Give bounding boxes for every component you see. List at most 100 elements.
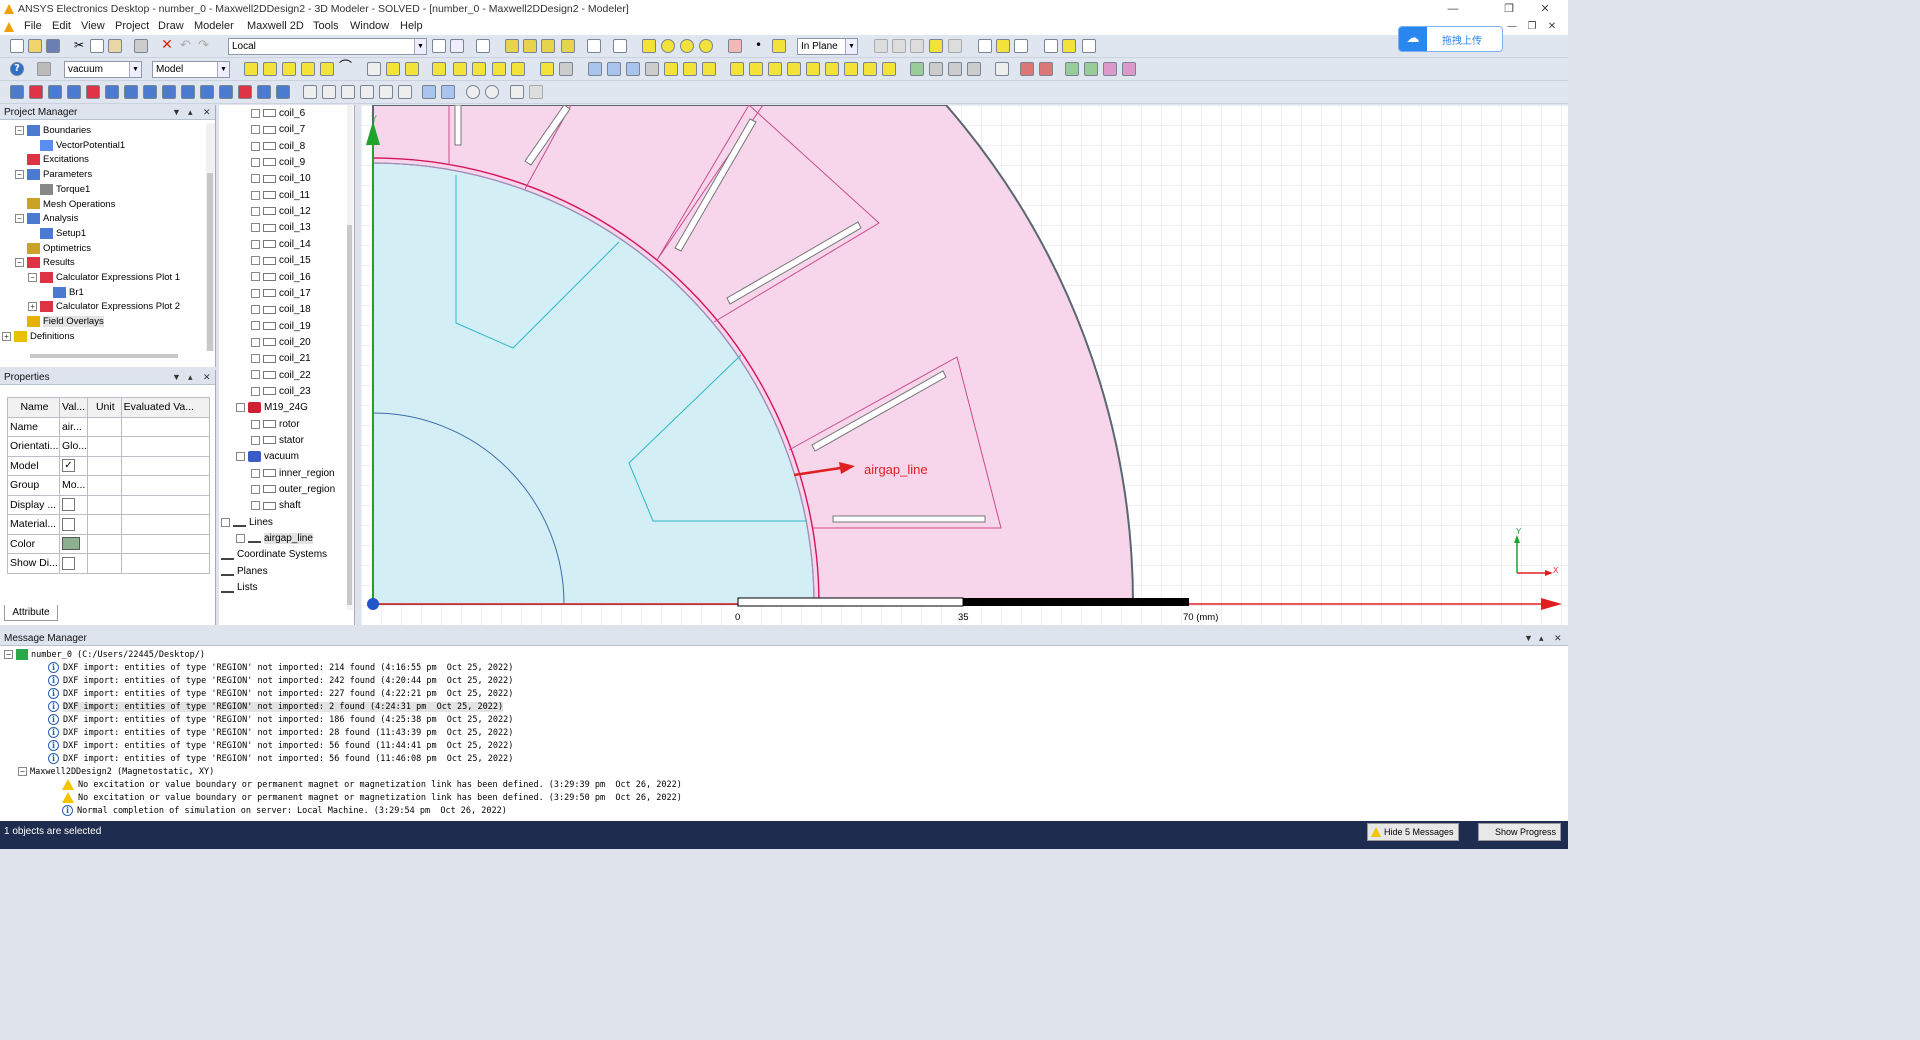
expand-icon[interactable]	[251, 108, 260, 118]
expand-icon[interactable]	[236, 533, 245, 543]
paste-icon[interactable]	[108, 39, 122, 53]
menu-tools[interactable]: Tools	[313, 18, 339, 35]
collapse-icon[interactable]: −	[15, 214, 24, 224]
menu-project[interactable]: Project	[115, 18, 149, 35]
expand-icon[interactable]	[251, 206, 260, 216]
expand-icon[interactable]	[221, 517, 230, 527]
property-value[interactable]: Glo...	[58, 436, 89, 457]
unite-icon[interactable]	[588, 62, 602, 76]
measure-distance-icon[interactable]	[948, 39, 962, 53]
scrollbar-thumb[interactable]	[207, 173, 213, 351]
model-tree-item[interactable]: Lists	[221, 581, 258, 595]
draw-arc-icon[interactable]	[472, 62, 486, 76]
upload-button[interactable]: ☁ 拖拽上传	[1398, 26, 1503, 52]
draw-equation-icon[interactable]	[511, 62, 525, 76]
close-panel-icon[interactable]: ✕	[203, 105, 211, 120]
column-header-evaluated[interactable]: Evaluated Va...	[120, 397, 211, 418]
model-tree-item[interactable]: coil_7	[251, 123, 305, 137]
property-row[interactable]: Group Mo...	[7, 475, 211, 496]
project-tree-scrollbar[interactable]	[206, 123, 215, 351]
view-back-icon[interactable]	[825, 62, 839, 76]
spin-icon[interactable]	[398, 85, 412, 99]
message-row[interactable]: i DXF import: entities of type 'REGION' n…	[48, 753, 513, 766]
column-header-value[interactable]: Val...	[58, 397, 89, 418]
measure-point-icon[interactable]	[910, 62, 924, 76]
expand-icon[interactable]	[251, 305, 260, 315]
pin-icon[interactable]: ▴	[1539, 631, 1544, 646]
expand-icon[interactable]	[251, 501, 260, 511]
property-row[interactable]: Name air...	[7, 416, 211, 437]
project-tree-item[interactable]: − Analysis	[15, 212, 78, 226]
solve-icon[interactable]	[181, 85, 195, 99]
ruler-icon[interactable]	[386, 62, 400, 76]
highlight-icon[interactable]	[405, 62, 419, 76]
duplicate-icon[interactable]	[1082, 39, 1096, 53]
coil[interactable]	[454, 105, 462, 146]
collapse-icon[interactable]: −	[18, 767, 27, 776]
mirror-icon[interactable]	[1014, 39, 1028, 53]
draw-circle-icon[interactable]	[661, 39, 675, 53]
face-cs-icon[interactable]	[476, 39, 490, 53]
next-view-icon[interactable]	[529, 85, 543, 99]
project-tree-item[interactable]: Field Overlays	[15, 315, 104, 329]
column-header-unit[interactable]: Unit	[87, 397, 122, 418]
zoom-out-icon[interactable]	[485, 85, 499, 99]
rotate-z-icon[interactable]	[379, 85, 393, 99]
mesh-icon[interactable]	[105, 85, 119, 99]
model-tree-item[interactable]: outer_region	[251, 483, 335, 497]
hide-messages-button[interactable]: Hide 5 Messages	[1367, 823, 1459, 841]
property-value[interactable]	[58, 514, 89, 535]
property-value[interactable]	[58, 533, 89, 554]
model-tree-item[interactable]: coil_6	[251, 107, 305, 121]
view-trimetric-icon[interactable]	[863, 62, 877, 76]
collapse-icon[interactable]: −	[28, 272, 37, 282]
sweep-icon[interactable]	[1044, 39, 1058, 53]
view-front-icon[interactable]	[806, 62, 820, 76]
model-tree-item[interactable]: coil_21	[251, 352, 311, 366]
expand-icon[interactable]: +	[28, 302, 37, 312]
expand-icon[interactable]	[251, 386, 260, 396]
project-tree-item[interactable]: Optimetrics	[15, 242, 91, 256]
expand-icon[interactable]	[251, 419, 260, 429]
model-tree-item[interactable]: coil_8	[251, 140, 305, 154]
expand-icon[interactable]	[251, 141, 260, 151]
results-icon[interactable]	[541, 39, 555, 53]
pin-icon[interactable]: ▴	[188, 105, 193, 120]
draw-cylinder-icon[interactable]	[680, 39, 694, 53]
view-left-icon[interactable]	[768, 62, 782, 76]
boolean-icon[interactable]	[728, 39, 742, 53]
draw-ellipse-icon[interactable]	[699, 39, 713, 53]
sweep-setup-icon[interactable]	[162, 85, 176, 99]
fit-all-icon[interactable]	[613, 39, 627, 53]
thicken-icon[interactable]	[1062, 39, 1076, 53]
intersect-icon[interactable]	[626, 62, 640, 76]
material-select[interactable]: vacuum ▼	[64, 61, 142, 78]
model-tree-item[interactable]: coil_15	[251, 254, 311, 268]
select-face-icon[interactable]	[263, 62, 277, 76]
project-tree-item[interactable]: Br1	[41, 286, 84, 300]
snap-edge-icon[interactable]	[892, 39, 906, 53]
hide-selected-icon[interactable]	[1020, 62, 1034, 76]
draw-rectangle-icon[interactable]	[540, 62, 554, 76]
show-all-icon[interactable]	[1065, 62, 1079, 76]
expand-icon[interactable]	[251, 321, 260, 331]
mdi-minimize-button[interactable]: —	[1502, 18, 1522, 35]
menu-file[interactable]: File	[24, 18, 42, 35]
panel-menu-icon[interactable]: ▼	[172, 105, 181, 120]
model-tree-item[interactable]: Lines	[221, 516, 273, 530]
collapse-icon[interactable]: −	[4, 650, 13, 659]
draw-polygon-icon[interactable]	[559, 62, 573, 76]
measure-edge-icon[interactable]	[929, 62, 943, 76]
rotate-icon[interactable]	[322, 85, 336, 99]
property-checkbox[interactable]	[61, 556, 75, 570]
expand-icon[interactable]	[251, 174, 260, 184]
menu-view[interactable]: View	[81, 18, 105, 35]
model-tree-item[interactable]: M19_24G	[236, 401, 308, 415]
align-icon[interactable]	[978, 39, 992, 53]
message-row[interactable]: i DXF import: entities of type 'REGION' n…	[48, 701, 504, 714]
model-tree-item[interactable]: shaft	[251, 499, 301, 513]
project-tree-item[interactable]: Excitations	[15, 153, 89, 167]
model-tree-item[interactable]: coil_18	[251, 303, 311, 317]
collapse-icon[interactable]: −	[15, 170, 24, 180]
matrix-icon[interactable]	[48, 85, 62, 99]
